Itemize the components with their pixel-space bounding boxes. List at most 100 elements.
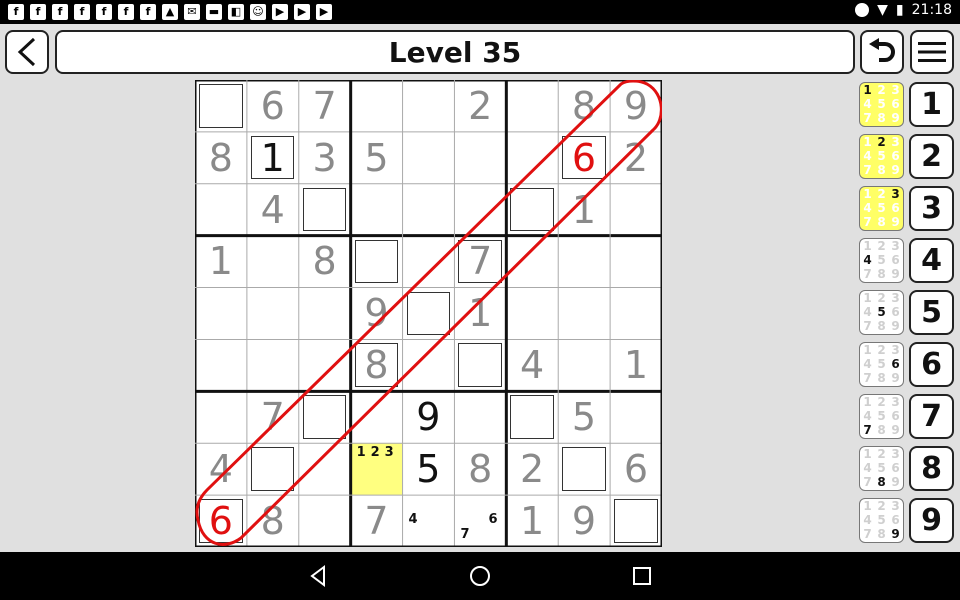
cell-r3c8[interactable]: 1 <box>558 184 610 236</box>
cell-r8c2[interactable] <box>247 443 299 495</box>
cell-r2c9[interactable]: 2 <box>610 132 662 184</box>
cell-r6c9[interactable]: 1 <box>610 339 662 391</box>
cell-r4c4[interactable] <box>351 236 403 288</box>
cell-r7c4[interactable] <box>351 391 403 443</box>
number-button-5[interactable]: 5 <box>909 290 954 335</box>
number-button-7[interactable]: 7 <box>909 394 954 439</box>
cell-r8c7[interactable]: 2 <box>506 443 558 495</box>
cell-r9c8[interactable]: 9 <box>558 495 610 547</box>
number-button-3[interactable]: 3 <box>909 186 954 231</box>
cell-r1c5[interactable] <box>403 80 455 132</box>
cell-r1c7[interactable] <box>506 80 558 132</box>
number-button-4[interactable]: 4 <box>909 238 954 283</box>
menu-button[interactable] <box>910 30 954 74</box>
number-button-1[interactable]: 1 <box>909 82 954 127</box>
cell-r1c4[interactable] <box>351 80 403 132</box>
cell-r3c4[interactable] <box>351 184 403 236</box>
note-toggle-7[interactable]: 123 456 789 <box>859 394 904 439</box>
cell-r6c4[interactable]: 8 <box>351 339 403 391</box>
cell-r5c8[interactable] <box>558 288 610 340</box>
cell-r2c8[interactable]: 6 <box>558 132 610 184</box>
cell-r3c7[interactable] <box>506 184 558 236</box>
cell-r2c5[interactable] <box>403 132 455 184</box>
cell-r5c6[interactable]: 1 <box>454 288 506 340</box>
cell-r2c1[interactable]: 8 <box>195 132 247 184</box>
cell-r9c4[interactable]: 7 <box>351 495 403 547</box>
cell-r8c9[interactable]: 6 <box>610 443 662 495</box>
cell-r4c7[interactable] <box>506 236 558 288</box>
note-toggle-3[interactable]: 123 456 789 <box>859 186 904 231</box>
cell-r8c1[interactable]: 4 <box>195 443 247 495</box>
cell-r1c8[interactable]: 8 <box>558 80 610 132</box>
cell-r3c2[interactable]: 4 <box>247 184 299 236</box>
nav-home-icon[interactable] <box>468 564 492 588</box>
cell-r4c2[interactable] <box>247 236 299 288</box>
cell-r1c9[interactable]: 9 <box>610 80 662 132</box>
cell-r2c3[interactable]: 3 <box>299 132 351 184</box>
number-button-9[interactable]: 9 <box>909 498 954 543</box>
note-toggle-9[interactable]: 123 456 789 <box>859 498 904 543</box>
note-toggle-6[interactable]: 123 456 789 <box>859 342 904 387</box>
number-button-6[interactable]: 6 <box>909 342 954 387</box>
cell-r4c9[interactable] <box>610 236 662 288</box>
cell-r4c8[interactable] <box>558 236 610 288</box>
cell-r5c2[interactable] <box>247 288 299 340</box>
cell-r7c3[interactable] <box>299 391 351 443</box>
cell-r7c1[interactable] <box>195 391 247 443</box>
cell-r9c3[interactable] <box>299 495 351 547</box>
cell-r6c3[interactable] <box>299 339 351 391</box>
cell-r4c3[interactable]: 8 <box>299 236 351 288</box>
cell-r9c9[interactable] <box>610 495 662 547</box>
cell-r1c6[interactable]: 2 <box>454 80 506 132</box>
cell-r3c6[interactable] <box>454 184 506 236</box>
nav-back-icon[interactable] <box>306 564 330 588</box>
cell-r6c7[interactable]: 4 <box>506 339 558 391</box>
cell-r2c6[interactable] <box>454 132 506 184</box>
note-toggle-8[interactable]: 123 456 789 <box>859 446 904 491</box>
cell-r4c6[interactable]: 7 <box>454 236 506 288</box>
cell-r9c6[interactable]: 76 <box>454 495 506 547</box>
cell-r8c5[interactable]: 5 <box>403 443 455 495</box>
cell-r9c5[interactable]: 4 <box>403 495 455 547</box>
cell-r4c5[interactable] <box>403 236 455 288</box>
cell-r3c1[interactable] <box>195 184 247 236</box>
cell-r7c7[interactable] <box>506 391 558 443</box>
note-toggle-5[interactable]: 123 456 789 <box>859 290 904 335</box>
cell-r8c3[interactable] <box>299 443 351 495</box>
cell-r3c9[interactable] <box>610 184 662 236</box>
cell-r7c8[interactable]: 5 <box>558 391 610 443</box>
undo-button[interactable] <box>860 30 904 74</box>
cell-r6c6[interactable] <box>454 339 506 391</box>
cell-r5c4[interactable]: 9 <box>351 288 403 340</box>
cell-r6c1[interactable] <box>195 339 247 391</box>
cell-r2c7[interactable] <box>506 132 558 184</box>
cell-r7c5[interactable]: 9 <box>403 391 455 443</box>
cell-r5c3[interactable] <box>299 288 351 340</box>
cell-r8c4[interactable]: 123 <box>350 443 403 495</box>
back-button[interactable] <box>5 30 49 74</box>
number-button-8[interactable]: 8 <box>909 446 954 491</box>
cell-r2c4[interactable]: 5 <box>351 132 403 184</box>
cell-r8c6[interactable]: 8 <box>454 443 506 495</box>
cell-r6c5[interactable] <box>403 339 455 391</box>
cell-r8c8[interactable] <box>558 443 610 495</box>
cell-r7c2[interactable]: 7 <box>247 391 299 443</box>
note-toggle-1[interactable]: 123 456 789 <box>859 82 904 127</box>
cell-r7c6[interactable] <box>454 391 506 443</box>
note-toggle-4[interactable]: 123 456 789 <box>859 238 904 283</box>
cell-r5c9[interactable] <box>610 288 662 340</box>
cell-r2c2[interactable]: 1 <box>247 132 299 184</box>
cell-r5c5[interactable] <box>403 288 455 340</box>
nav-recents-icon[interactable] <box>630 564 654 588</box>
cell-r6c8[interactable] <box>558 339 610 391</box>
cell-r3c3[interactable] <box>299 184 351 236</box>
cell-r9c1[interactable]: 6 <box>195 495 247 547</box>
cell-r6c2[interactable] <box>247 339 299 391</box>
number-button-2[interactable]: 2 <box>909 134 954 179</box>
cell-r7c9[interactable] <box>610 391 662 443</box>
note-toggle-2[interactable]: 123 456 789 <box>859 134 904 179</box>
cell-r5c1[interactable] <box>195 288 247 340</box>
cell-r5c7[interactable] <box>506 288 558 340</box>
cell-r1c1[interactable] <box>195 80 247 132</box>
cell-r1c3[interactable]: 7 <box>299 80 351 132</box>
